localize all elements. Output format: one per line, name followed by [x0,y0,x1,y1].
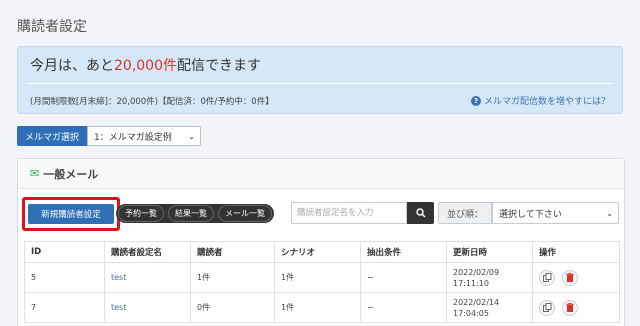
cell-updated-time: 17:04:05 [453,308,489,318]
cell-scenario: 1件 [274,262,361,293]
col-condition: 抽出条件 [360,241,447,263]
new-subscriber-setting-button[interactable]: 新規購読者設定 [28,204,114,224]
question-icon: ? [470,95,481,106]
cell-updated-time: 17:11:10 [453,278,489,288]
cell-updated-date: 2022/02/14 [453,297,500,307]
page-title: 購読者設定 [17,19,87,35]
cell-updated: 2022/02/09 17:11:10 [446,262,533,293]
col-id: ID [24,241,105,263]
search-icon [415,208,425,218]
cell-updated: 2022/02/14 17:04:05 [446,292,533,323]
result-list-button[interactable]: 結果一覧 [168,205,214,222]
cell-actions [532,292,620,323]
increase-delivery-link-label: メルマガ配信数を増やすには？ [483,97,610,107]
chevron-down-icon: ⌄ [188,131,195,141]
col-updated: 更新日時 [446,241,533,263]
notice-head-prefix: 今月は、あと [30,58,114,74]
delete-button[interactable] [561,299,578,316]
notice-limit-text: (月間制限数[月末締]：20,000件)【配信済：0件/予約中：0件】 [30,97,274,107]
search-button[interactable] [407,202,434,224]
copy-button[interactable] [539,299,555,316]
notice-divider [28,83,612,84]
cell-condition: − [360,292,447,323]
subscriber-settings-table: ID 購読者設定名 購読者 シナリオ 抽出条件 更新日時 操作 5 test 1… [24,241,620,323]
envelope-icon: ✉ [30,167,40,180]
copy-icon [542,303,551,312]
cell-id: 5 [24,262,105,293]
mail-list-button[interactable]: メール一覧 [218,205,272,222]
panel-toolbar: 新規購読者設定 予約一覧 結果一覧 メール一覧 並び順： 選択して下さい ⌄ [18,197,624,237]
magazine-select-label: メルマガ選択 [17,126,87,146]
notice-remaining-count: 20,000件 [114,58,177,74]
cell-updated-date: 2022/02/09 [453,267,500,277]
magazine-select-value: 1：メルマガ設定例 [94,132,172,143]
copy-icon [542,273,551,282]
col-subscribers: 購読者 [190,241,275,263]
copy-button[interactable] [539,269,555,286]
cell-id: 7 [24,292,105,323]
table-row: 7 test 0件 1件 − 2022/02/14 17:04:05 [24,292,620,323]
trash-icon [565,273,574,282]
delete-button[interactable] [561,269,578,286]
magazine-select[interactable]: 1：メルマガ設定例 ⌄ [87,126,201,146]
cell-name-link[interactable]: test [104,262,191,293]
notice-headline: 今月は、あと20,000件配信できます [30,55,261,75]
cell-subscribers: 0件 [190,292,275,323]
delivery-notice: 今月は、あと20,000件配信できます (月間制限数[月末締]：20,000件)… [17,46,623,114]
col-actions: 操作 [532,241,620,263]
cell-subscribers: 1件 [190,262,275,293]
trash-icon [565,303,574,312]
sort-label: 並び順： [438,202,492,224]
notice-head-suffix: 配信できます [177,58,261,74]
search-input[interactable] [291,202,407,224]
cell-name-link[interactable]: test [104,292,191,323]
sort-select-value: 選択して下さい [499,209,562,220]
reservation-list-button[interactable]: 予約一覧 [118,205,164,222]
list-pill-group: 予約一覧 結果一覧 メール一覧 [116,204,274,223]
increase-delivery-link[interactable]: ? メルマガ配信数を増やすには？ [470,94,610,107]
general-mail-panel: ✉ 一般メール 新規購読者設定 予約一覧 結果一覧 メール一覧 並び順： 選択し… [17,158,625,326]
cell-scenario: 1件 [274,292,361,323]
col-name: 購読者設定名 [104,241,191,263]
new-button-highlight: 新規購読者設定 [22,197,120,231]
panel-title: 一般メール [43,167,99,181]
col-scenario: シナリオ [274,241,361,263]
sort-select[interactable]: 選択して下さい ⌄ [492,202,619,224]
table-row: 5 test 1件 1件 − 2022/02/09 17:11:10 [24,262,620,293]
chevron-down-icon: ⌄ [606,208,613,218]
cell-actions [532,262,620,293]
cell-condition: − [360,262,447,293]
search-group [291,202,434,224]
panel-header: ✉ 一般メール [18,159,624,189]
table-header-row: ID 購読者設定名 購読者 シナリオ 抽出条件 更新日時 操作 [24,241,620,263]
